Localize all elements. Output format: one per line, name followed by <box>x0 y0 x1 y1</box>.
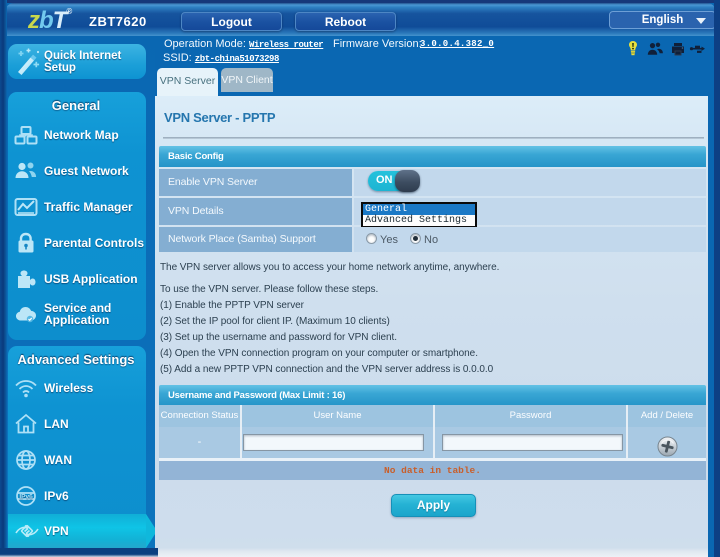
svg-text:IPv6: IPv6 <box>19 494 33 501</box>
